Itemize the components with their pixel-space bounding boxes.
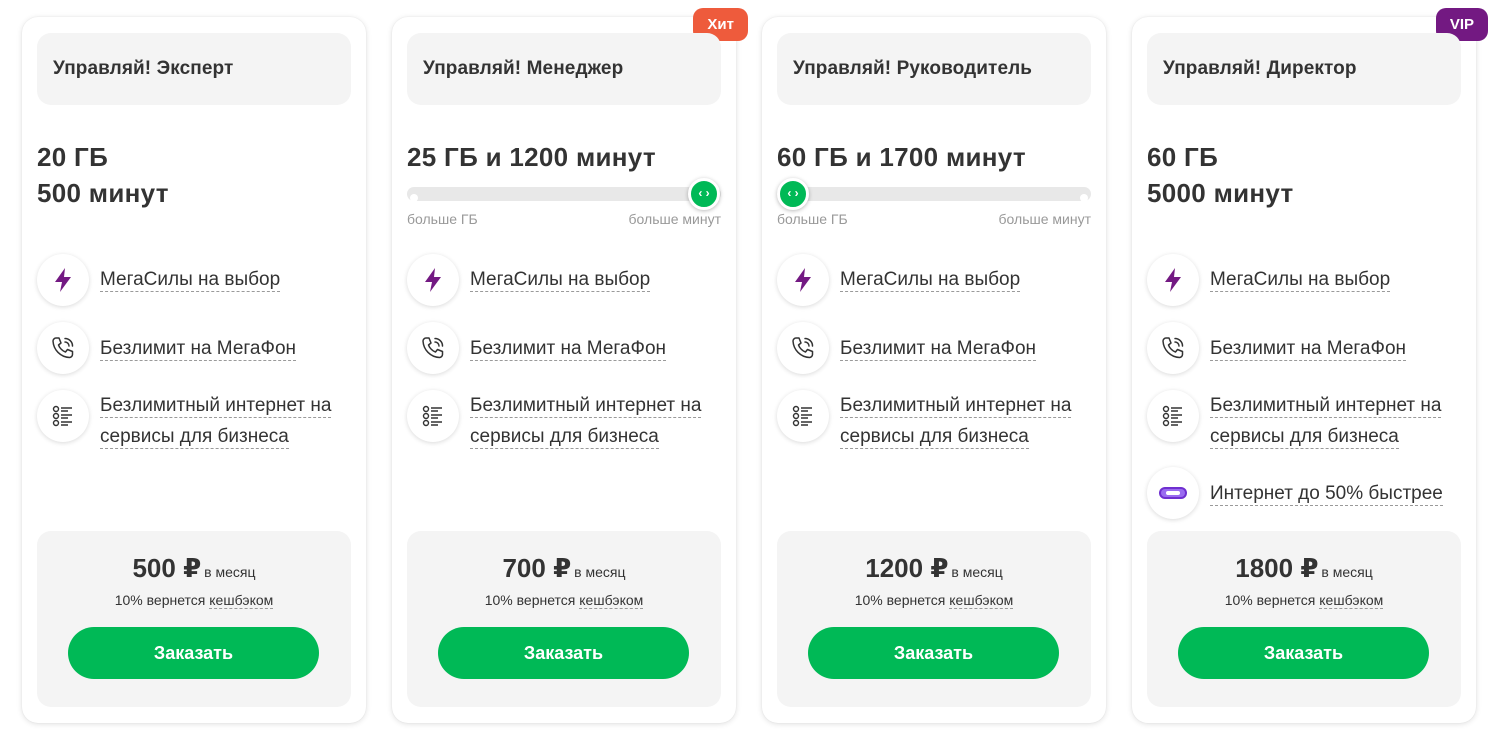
feature-label-line1[interactable]: Безлимитный интернет на bbox=[470, 395, 702, 418]
tariff-card-manager: Хит Управляй! Менеджер 25 ГБ и 1200 мину… bbox=[392, 8, 748, 723]
list-icon bbox=[407, 390, 459, 442]
volume-gb: 60 ГБ bbox=[1147, 142, 1219, 172]
slider-label-more-minutes: больше минут bbox=[628, 211, 721, 227]
price-amount: 1200 ₽ bbox=[865, 553, 949, 583]
order-button[interactable]: Заказать bbox=[1178, 627, 1429, 679]
cashback-link[interactable]: кешбэком bbox=[1319, 592, 1384, 609]
cashback-text: 10% вернется bbox=[484, 592, 576, 608]
feature-label-line2[interactable]: сервисы для бизнеса bbox=[470, 426, 659, 449]
phone-call-icon bbox=[37, 322, 89, 374]
price-period: в месяц bbox=[574, 564, 626, 580]
tariff-card-expert: Управляй! Эксперт 20 ГБ 500 минут МегаСи… bbox=[22, 17, 366, 723]
volume-gb: 20 ГБ bbox=[37, 142, 109, 172]
feature-label-line2[interactable]: сервисы для бизнеса bbox=[840, 426, 1029, 449]
gb-minutes-slider[interactable]: ‹ › больше ГБ больше минут bbox=[777, 178, 1091, 227]
tariff-volume: 60 ГБ 5000 минут bbox=[1147, 139, 1294, 211]
feature-label[interactable]: МегаСилы на выбор bbox=[840, 269, 1021, 292]
tariff-volume: 60 ГБ и 1700 минут bbox=[777, 139, 1026, 175]
feature-label[interactable]: Безлимит на МегаФон bbox=[840, 338, 1037, 361]
feature-label[interactable]: МегаСилы на выбор bbox=[470, 269, 651, 292]
order-button[interactable]: Заказать bbox=[438, 627, 689, 679]
feature-label-line1[interactable]: Безлимитный интернет на bbox=[1210, 395, 1442, 418]
lightning-icon bbox=[37, 254, 89, 306]
slider-track[interactable] bbox=[777, 187, 1091, 202]
volume-gb-minutes: 25 ГБ и 1200 минут bbox=[407, 142, 656, 172]
phone-call-icon bbox=[1147, 322, 1199, 374]
list-icon bbox=[37, 390, 89, 442]
cashback-text: 10% вернется bbox=[114, 592, 206, 608]
price-amount: 500 ₽ bbox=[132, 553, 202, 583]
price-amount: 700 ₽ bbox=[502, 553, 572, 583]
price-box: 1200 ₽ в месяц 10% вернется кешбэком Зака… bbox=[777, 531, 1091, 707]
feature-label[interactable]: Интернет до 50% быстрее bbox=[1210, 483, 1443, 506]
chevrons-left-right-icon[interactable]: ‹ › bbox=[777, 178, 809, 210]
phone-call-icon bbox=[777, 322, 829, 374]
cashback-link[interactable]: кешбэком bbox=[579, 592, 644, 609]
volume-gb-minutes: 60 ГБ и 1700 минут bbox=[777, 142, 1026, 172]
price-box: 700 ₽ в месяц 10% вернется кешбэком Заказ… bbox=[407, 531, 721, 707]
slider-track[interactable] bbox=[407, 187, 721, 202]
cashback-text: 10% вернется bbox=[1224, 592, 1316, 608]
tariff-title[interactable]: Управляй! Руководитель bbox=[777, 33, 1091, 105]
tariff-volume: 20 ГБ 500 минут bbox=[37, 139, 169, 211]
price-period: в месяц bbox=[1321, 564, 1373, 580]
volume-minutes: 5000 минут bbox=[1147, 178, 1294, 208]
chevrons-left-right-icon[interactable]: ‹ › bbox=[688, 178, 720, 210]
list-icon bbox=[1147, 390, 1199, 442]
cashback-link[interactable]: кешбэком bbox=[949, 592, 1014, 609]
cashback-link[interactable]: кешбэком bbox=[209, 592, 274, 609]
feature-label[interactable]: Безлимит на МегаФон bbox=[100, 338, 297, 361]
list-icon bbox=[777, 390, 829, 442]
phone-call-icon bbox=[407, 322, 459, 374]
tariff-volume: 25 ГБ и 1200 минут bbox=[407, 139, 656, 175]
volume-minutes: 500 минут bbox=[37, 178, 169, 208]
lightning-icon bbox=[1147, 254, 1199, 306]
price-amount: 1800 ₽ bbox=[1235, 553, 1319, 583]
tariff-card-director: VIP Управляй! Директор 60 ГБ 5000 минут … bbox=[1132, 8, 1488, 723]
tariff-title[interactable]: Управляй! Менеджер bbox=[407, 33, 721, 105]
feature-label[interactable]: Безлимит на МегаФон bbox=[470, 338, 667, 361]
price-box: 500 ₽ в месяц 10% вернется кешбэком Заказ… bbox=[37, 531, 351, 707]
feature-label[interactable]: МегаСилы на выбор bbox=[100, 269, 281, 292]
feature-label[interactable]: МегаСилы на выбор bbox=[1210, 269, 1391, 292]
feature-label-line1[interactable]: Безлимитный интернет на bbox=[100, 395, 332, 418]
slider-label-more-minutes: больше минут bbox=[998, 211, 1091, 227]
order-button[interactable]: Заказать bbox=[808, 627, 1059, 679]
feature-label[interactable]: Безлимит на МегаФон bbox=[1210, 338, 1407, 361]
order-button[interactable]: Заказать bbox=[68, 627, 319, 679]
cashback-text: 10% вернется bbox=[854, 592, 946, 608]
slider-label-more-gb: больше ГБ bbox=[407, 211, 478, 227]
slider-dot-end bbox=[1080, 194, 1088, 202]
speed-logo-icon bbox=[1147, 467, 1199, 519]
lightning-icon bbox=[777, 254, 829, 306]
lightning-icon bbox=[407, 254, 459, 306]
tariff-title[interactable]: Управляй! Эксперт bbox=[37, 33, 351, 105]
tariff-card-director-head: Управляй! Руководитель 60 ГБ и 1700 мину… bbox=[762, 17, 1106, 723]
tariff-title[interactable]: Управляй! Директор bbox=[1147, 33, 1461, 105]
feature-label-line2[interactable]: сервисы для бизнеса bbox=[100, 426, 289, 449]
feature-label-line2[interactable]: сервисы для бизнеса bbox=[1210, 426, 1399, 449]
price-period: в месяц bbox=[951, 564, 1003, 580]
slider-dot-start bbox=[410, 194, 418, 202]
price-box: 1800 ₽ в месяц 10% вернется кешбэком Зака… bbox=[1147, 531, 1461, 707]
slider-label-more-gb: больше ГБ bbox=[777, 211, 848, 227]
feature-label-line1[interactable]: Безлимитный интернет на bbox=[840, 395, 1072, 418]
price-period: в месяц bbox=[204, 564, 256, 580]
gb-minutes-slider[interactable]: ‹ › больше ГБ больше минут bbox=[407, 178, 721, 227]
